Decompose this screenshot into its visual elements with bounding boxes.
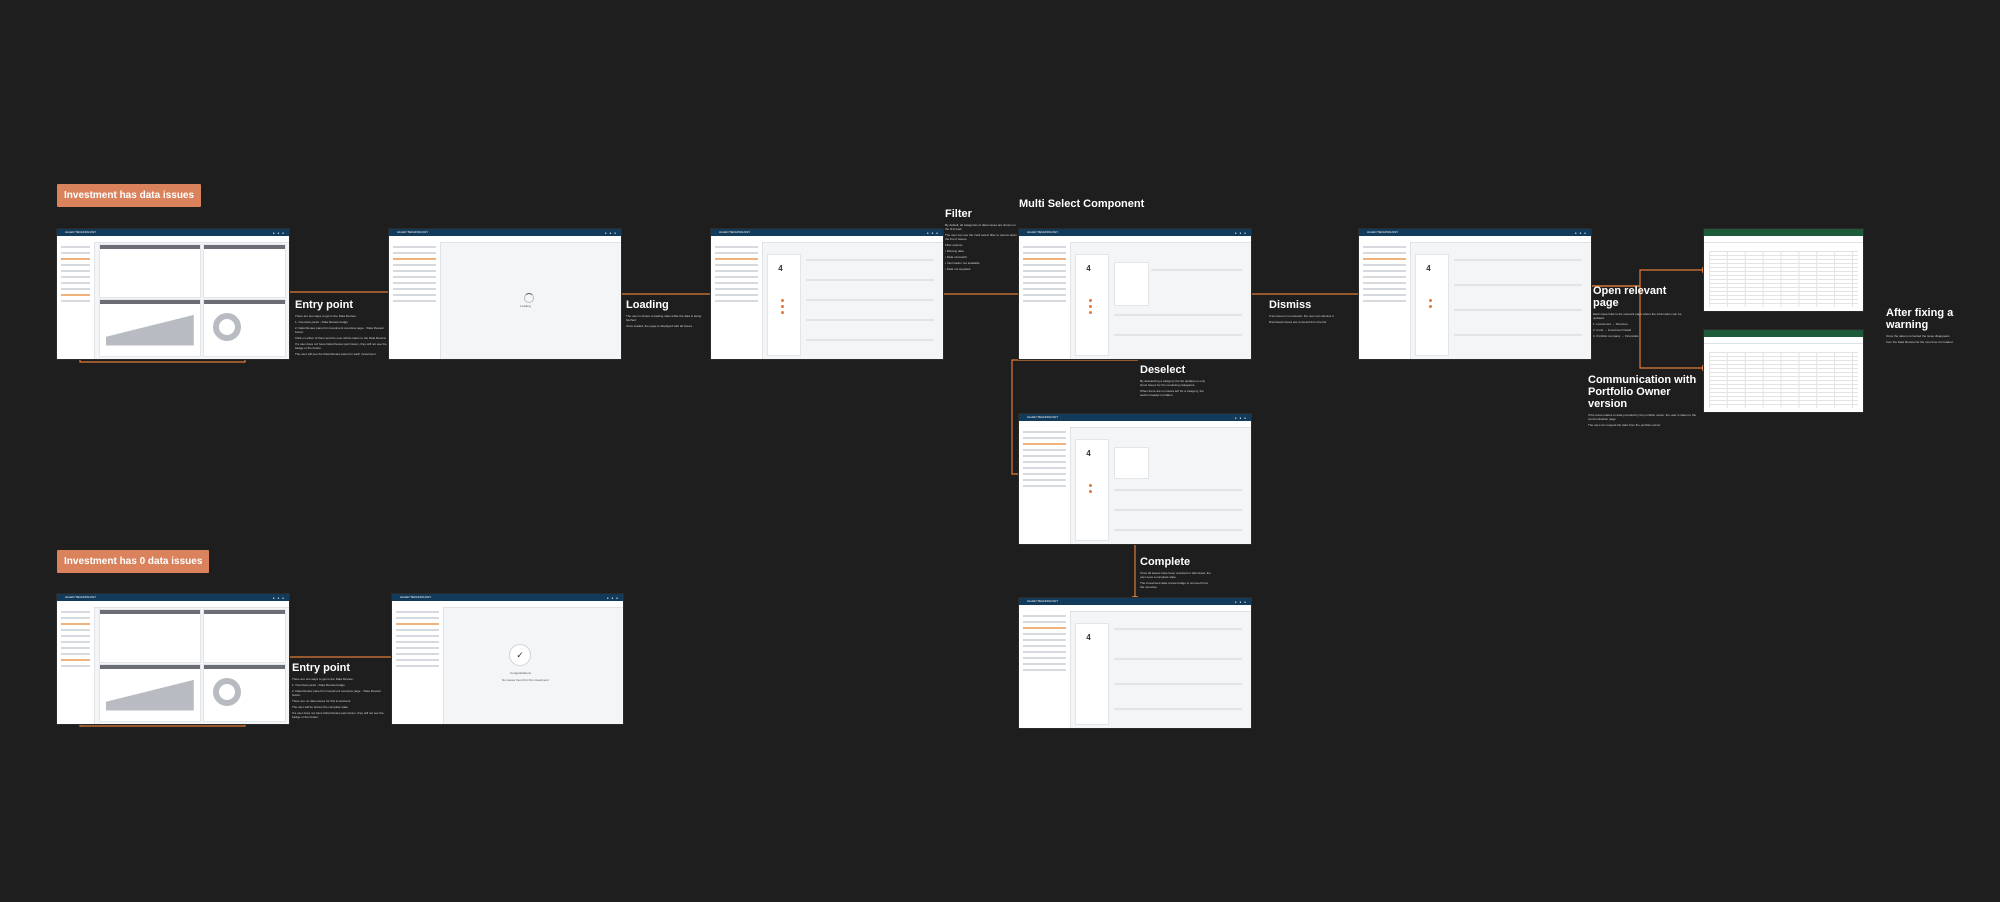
- donut-chart: [213, 313, 242, 341]
- filter-dropdown[interactable]: [1114, 262, 1149, 306]
- step-title: Entry point: [295, 299, 354, 311]
- flow-connectors: [79, 267, 1707, 727]
- step-entry-point-2: Entry point There are two ways to get to…: [292, 662, 384, 720]
- multi-select-heading: Multi Select Component: [1019, 198, 1145, 210]
- screen-overview-issues: ALLEN TECHNOLOGY ● ● ●: [57, 229, 289, 359]
- screen-data-review: ALLEN TECHNOLOGY ● ● ● 4: [711, 229, 943, 359]
- scenario-tag-no-issues: Investment has 0 data issues: [57, 550, 210, 573]
- step-dismiss: Dismiss If an issue is not relevant, the…: [1269, 299, 1334, 325]
- screen-communication-sheet: [1704, 330, 1863, 412]
- loading-label: Loading: [520, 304, 531, 308]
- scenario-tag-issues: Investment has data issues: [57, 184, 202, 207]
- step-deselect: Deselect By deselecting a category the l…: [1140, 364, 1206, 398]
- step-after-fixing: After fixing a warning Once the data is …: [1886, 307, 1954, 345]
- screen-complete: ALLEN TECHNOLOGY ● ● ● 4: [1019, 598, 1251, 728]
- screen-relevant-page-sheet: [1704, 229, 1863, 311]
- screen-overview-no-issues: ALLEN TECHNOLOGY ● ● ●: [57, 594, 289, 724]
- complete-title: Congratulations: [510, 671, 532, 675]
- step-entry-point-1: Entry point There are two ways to get to…: [295, 299, 387, 357]
- step-communication: Communication with Portfolio Owner versi…: [1588, 374, 1697, 428]
- screen-dismissed: ALLEN TECHNOLOGY ● ● ● 4: [1359, 229, 1591, 359]
- toolbar-icons: ● ● ●: [272, 231, 285, 235]
- step-complete: Complete Once all issues have been resol…: [1140, 556, 1211, 590]
- donut-chart: [213, 678, 242, 706]
- issue-count: 4: [778, 264, 783, 273]
- screen-deselect: ALLEN TECHNOLOGY ● ● ● 4: [1019, 414, 1251, 544]
- screen-loading: ALLEN TECHNOLOGY ● ● ● Loading: [389, 229, 621, 359]
- step-open-relevant-page: Open relevant page Each issue links to t…: [1593, 285, 1682, 339]
- area-chart: [105, 314, 194, 346]
- complete-subtitle: No issues found for this investment: [502, 678, 549, 682]
- flow-canvas: Investment has data issues Investment ha…: [0, 0, 2000, 902]
- check-icon: ✓: [509, 644, 531, 666]
- step-filter: Filter By default, all categories of dat…: [945, 208, 1017, 272]
- screen-multi-select: ALLEN TECHNOLOGY ● ● ● 4: [1019, 229, 1251, 359]
- area-chart: [105, 679, 194, 711]
- step-loading: Loading The user is shown a loading stat…: [626, 299, 702, 329]
- app-brand: ALLEN TECHNOLOGY: [65, 230, 97, 234]
- connector-to-open-page: [1590, 269, 1702, 287]
- loading-spinner: [524, 293, 534, 303]
- screen-complete-no-issues: ALLEN TECHNOLOGY ● ● ● ✓ Congratulations …: [392, 594, 623, 724]
